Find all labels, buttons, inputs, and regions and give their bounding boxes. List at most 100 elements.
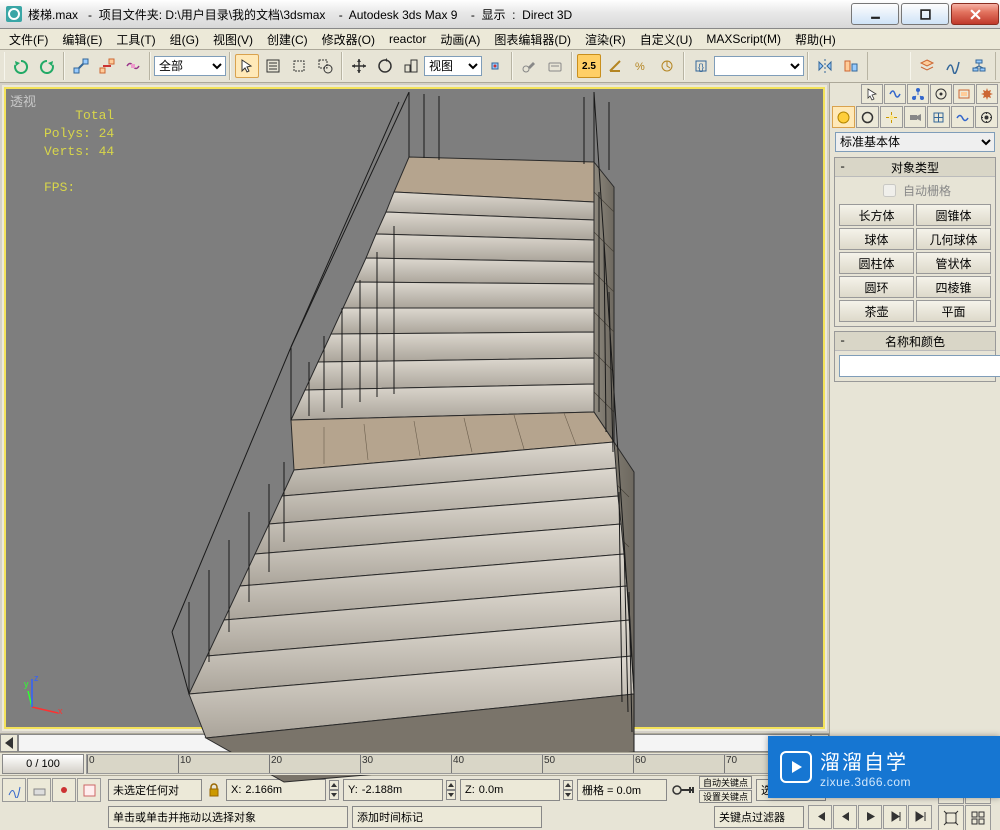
undo-button[interactable] <box>9 54 33 78</box>
play-button[interactable] <box>858 805 882 829</box>
tab-display[interactable] <box>953 84 975 104</box>
trackbar-mini-curve-button[interactable] <box>2 778 26 802</box>
maxscript-listener-button[interactable] <box>77 778 101 802</box>
tick: 40 <box>451 755 464 773</box>
object-type-grid: 长方体 圆锥体 球体 几何球体 圆柱体 管状体 圆环 四棱锥 茶壶 平面 <box>839 204 991 322</box>
window-crossing-button[interactable] <box>313 54 337 78</box>
tab-hierarchy[interactable] <box>907 84 929 104</box>
goto-end-button[interactable] <box>908 805 932 829</box>
manipulate-button[interactable] <box>517 54 541 78</box>
menu-create[interactable]: 创建(C) <box>262 30 313 49</box>
menu-views[interactable]: 视图(V) <box>208 30 258 49</box>
scale-button[interactable] <box>399 54 423 78</box>
align-button[interactable] <box>839 54 863 78</box>
app-icon <box>6 6 22 22</box>
close-button[interactable] <box>951 3 999 25</box>
rollout-toggle-icon: - <box>839 334 846 348</box>
btn-geosphere[interactable]: 几何球体 <box>916 228 991 250</box>
tab-modify[interactable] <box>884 84 906 104</box>
menu-modifiers[interactable]: 修改器(O) <box>317 30 380 49</box>
select-object-button[interactable] <box>235 54 259 78</box>
panel-tab-row <box>830 83 1000 105</box>
zoom-extents-all-button[interactable] <box>965 805 991 830</box>
key-filters-button[interactable]: 关键点过滤器 <box>714 806 804 828</box>
curve-editor-button[interactable] <box>941 54 965 78</box>
menu-rendering[interactable]: 渲染(R) <box>580 30 631 49</box>
btn-tube[interactable]: 管状体 <box>916 252 991 274</box>
btn-plane[interactable]: 平面 <box>916 300 991 322</box>
menu-tools[interactable]: 工具(T) <box>111 30 160 49</box>
tab-motion[interactable] <box>930 84 952 104</box>
btn-torus[interactable]: 圆环 <box>839 276 914 298</box>
trackbar-filter-button[interactable] <box>27 778 51 802</box>
ref-coord-select[interactable]: 视图 <box>424 56 482 76</box>
mirror-button[interactable] <box>813 54 837 78</box>
time-tag-input[interactable]: 添加时间标记 <box>352 806 542 828</box>
btn-cylinder[interactable]: 圆柱体 <box>839 252 914 274</box>
menu-group[interactable]: 组(G) <box>165 30 204 49</box>
bind-spacewarp-button[interactable] <box>121 54 145 78</box>
zoom-extents-button[interactable] <box>938 805 964 830</box>
named-sel-select[interactable] <box>714 56 804 76</box>
cat-systems-button[interactable] <box>975 106 998 128</box>
btn-sphere[interactable]: 球体 <box>839 228 914 250</box>
cat-cameras-button[interactable] <box>904 106 927 128</box>
cat-spacewarps-button[interactable] <box>951 106 974 128</box>
autogrid-checkbox[interactable]: 自动栅格 <box>839 181 991 204</box>
unlink-button[interactable] <box>95 54 119 78</box>
redo-button[interactable] <box>35 54 59 78</box>
trackbar-key-button[interactable] <box>52 778 76 802</box>
tick: 30 <box>360 755 373 773</box>
link-button[interactable] <box>69 54 93 78</box>
title-display-mode: Direct 3D <box>522 8 572 22</box>
rollout-head-object-type[interactable]: -对象类型 <box>835 158 995 177</box>
scroll-left-button[interactable] <box>0 734 18 752</box>
cat-lights-button[interactable] <box>880 106 903 128</box>
btn-pyramid[interactable]: 四棱锥 <box>916 276 991 298</box>
btn-cone[interactable]: 圆锥体 <box>916 204 991 226</box>
menu-animation[interactable]: 动画(A) <box>435 30 485 49</box>
move-button[interactable] <box>347 54 371 78</box>
app-window: 楼梯.max - 项目文件夹: D:\用户目录\我的文档\3dsmax - Au… <box>0 0 1000 830</box>
tab-utilities[interactable] <box>976 84 998 104</box>
tab-create[interactable] <box>861 84 883 104</box>
btn-box[interactable]: 长方体 <box>839 204 914 226</box>
region-rect-button[interactable] <box>287 54 311 78</box>
prev-frame-button[interactable] <box>833 805 857 829</box>
cat-helpers-button[interactable] <box>927 106 950 128</box>
minimize-button[interactable] <box>851 3 899 25</box>
goto-start-button[interactable] <box>808 805 832 829</box>
menu-grapheditors[interactable]: 图表编辑器(D) <box>489 30 576 49</box>
svg-text:x: x <box>58 706 63 715</box>
percent-snap-button[interactable]: % <box>629 54 653 78</box>
keyboard-shortcut-button[interactable] <box>543 54 567 78</box>
rotate-button[interactable] <box>373 54 397 78</box>
next-frame-button[interactable] <box>883 805 907 829</box>
menu-edit[interactable]: 编辑(E) <box>57 30 107 49</box>
btn-teapot[interactable]: 茶壶 <box>839 300 914 322</box>
spinner-snap-button[interactable] <box>655 54 679 78</box>
snap-toggle-button[interactable]: 2.5 <box>577 54 601 78</box>
svg-text:%: % <box>635 61 645 73</box>
menu-maxscript[interactable]: MAXScript(M) <box>701 31 786 47</box>
rollout-head-name-color[interactable]: -名称和颜色 <box>835 332 995 351</box>
menu-reactor[interactable]: reactor <box>384 31 431 47</box>
pivot-center-button[interactable] <box>483 54 507 78</box>
title-project-path: D:\用户目录\我的文档\3dsmax <box>165 8 325 22</box>
object-name-input[interactable] <box>839 355 1000 377</box>
viewport-perspective[interactable]: 透视 Total Polys: 24 Verts: 44 FPS: <box>2 85 827 731</box>
cat-geometry-button[interactable] <box>832 106 855 128</box>
cat-shapes-button[interactable] <box>856 106 879 128</box>
menu-file[interactable]: 文件(F) <box>4 30 53 49</box>
named-sel-set-button[interactable]: {} <box>689 54 713 78</box>
maximize-button[interactable] <box>901 3 949 25</box>
menu-customize[interactable]: 自定义(U) <box>635 30 698 49</box>
layer-manager-button[interactable] <box>915 54 939 78</box>
schematic-view-button[interactable] <box>967 54 991 78</box>
menu-help[interactable]: 帮助(H) <box>790 30 841 49</box>
time-slider[interactable]: 0 / 100 <box>2 754 84 774</box>
subcategory-select[interactable]: 标准基本体 <box>835 132 995 152</box>
select-by-name-button[interactable] <box>261 54 285 78</box>
angle-snap-button[interactable] <box>603 54 627 78</box>
selection-filter-select[interactable]: 全部 <box>154 56 226 76</box>
